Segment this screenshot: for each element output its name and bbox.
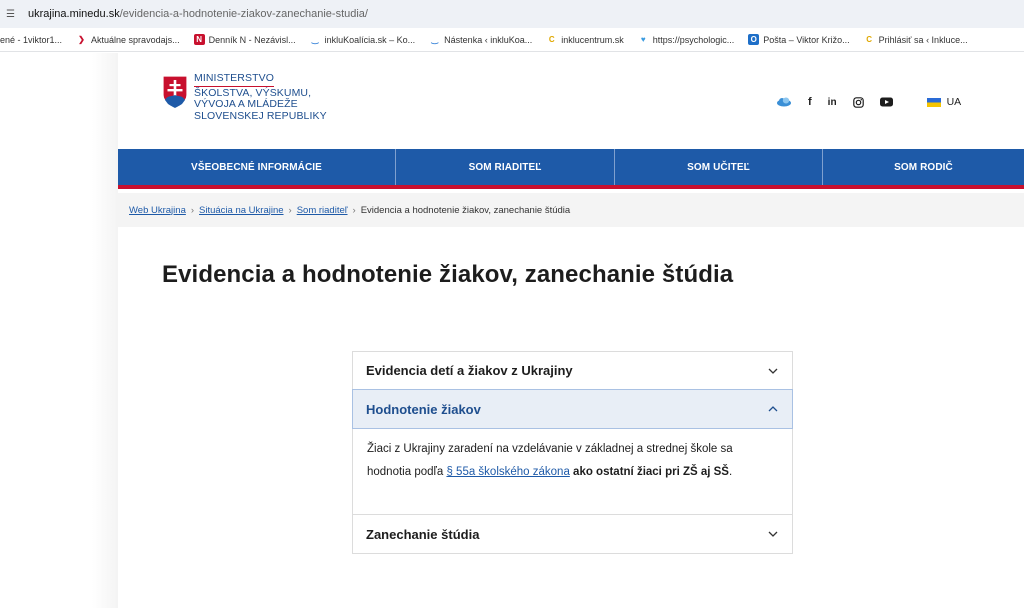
bookmark-label: Prihlásiť sa ‹ Inkluce... <box>878 34 968 45</box>
page-title: Evidencia a hodnotenie žiakov, zanechani… <box>162 261 734 288</box>
facebook-icon[interactable]: f <box>808 95 812 109</box>
bookmark-item[interactable]: O Pošta – Viktor Križo... <box>748 34 850 45</box>
bookmark-label: Pošta – Viktor Križo... <box>763 34 850 45</box>
bookmark-favicon-icon: ‿ <box>431 35 438 44</box>
logo-line-3: VÝVOJA A MLÁDEŽE <box>194 98 298 110</box>
url-path: /evidencia-a-hodnotenie-ziakov-zanechani… <box>119 8 368 20</box>
logo-line-4: SLOVENSKEJ REPUBLIKY <box>194 109 327 122</box>
breadcrumb-separator-icon: › <box>190 204 195 216</box>
logo-text: MINISTERSTVO ŠKOLSTVA, VÝSKUMU, VÝVOJA A… <box>194 72 327 122</box>
url-domain: ukrajina.minedu.sk <box>28 8 120 20</box>
bookmark-item[interactable]: ené - 1viktor1... <box>0 35 62 45</box>
accordion-item-label: Hodnotenie žiakov <box>366 401 481 417</box>
breadcrumb-separator-icon: › <box>352 204 356 216</box>
bookmark-label: ené - 1viktor1... <box>0 34 63 45</box>
breadcrumb-link-home[interactable]: Web Ukrajina <box>129 205 186 216</box>
nav-item-director[interactable]: SOM RIADITEĽ <box>396 149 615 185</box>
breadcrumb-link-situation[interactable]: Situácia na Ukrajine <box>199 205 284 216</box>
bookmark-favicon-icon: C <box>866 35 873 44</box>
bookmark-item[interactable]: C Prihlásiť sa ‹ Inkluce... <box>864 34 968 45</box>
language-switch[interactable]: UA <box>926 96 962 108</box>
bookmark-label: inklucentrum.sk <box>561 34 624 45</box>
accordion-item-label: Zanechanie štúdia <box>366 526 480 542</box>
ukraine-flag-icon <box>926 97 941 107</box>
cloud-icon[interactable] <box>776 95 792 109</box>
language-label: UA <box>946 96 962 108</box>
slovak-crest-icon <box>162 75 188 109</box>
nav-item-general-info[interactable]: VŠEOBECNÉ INFORMÁCIE <box>118 149 396 185</box>
accordion: Evidencia detí a žiakov z Ukrajiny Hodno… <box>352 351 793 554</box>
breadcrumb: Web Ukrajina › Situácia na Ukrajine › So… <box>118 193 1024 227</box>
breadcrumb-separator-icon: › <box>288 204 292 216</box>
nav-item-teacher[interactable]: SOM UČITEĽ <box>615 149 823 185</box>
site-container: MINISTERSTVO ŠKOLSTVA, VÝSKUMU, VÝVOJA A… <box>118 53 1024 608</box>
site-settings-icon[interactable]: ☰ <box>6 9 22 20</box>
bookmark-item[interactable]: N Denník N - Nezávisl... <box>193 34 296 45</box>
chevron-down-icon <box>768 368 778 374</box>
accordion-panel-hodnotenie: Žiaci z Ukrajiny zaradení na vzdelávanie… <box>353 428 792 515</box>
bookmark-item[interactable]: ♥ https://psychologic... <box>638 34 735 45</box>
panel-text-end: . <box>728 466 733 478</box>
ministry-logo[interactable]: MINISTERSTVO ŠKOLSTVA, VÝSKUMU, VÝVOJA A… <box>162 72 327 122</box>
accordion-item-hodnotenie[interactable]: Hodnotenie žiakov <box>352 389 793 429</box>
bookmark-item[interactable]: ‿ inkluKoalícia.sk – Ko... <box>310 34 416 45</box>
bookmark-favicon-icon: ‿ <box>311 35 319 44</box>
chevron-down-icon <box>768 531 778 537</box>
bookmark-item[interactable]: ‿ Nástenka ‹ inkluKoa... <box>429 34 532 45</box>
page-side-shadow <box>92 53 118 608</box>
bookmark-label: Nástenka ‹ inkluKoa... <box>444 34 533 45</box>
school-law-link[interactable]: § 55a školského zákona <box>446 466 569 478</box>
accordion-item-zanechanie[interactable]: Zanechanie štúdia <box>353 515 792 553</box>
main-nav: VŠEOBECNÉ INFORMÁCIE SOM RIADITEĽ SOM UČ… <box>118 149 1024 189</box>
youtube-icon[interactable] <box>879 95 893 109</box>
bookmarks-bar: ené - 1viktor1... ❯ Aktuálne spravodajs..… <box>0 28 1024 52</box>
bookmark-favicon-icon: ❯ <box>78 35 85 44</box>
breadcrumb-link-director[interactable]: Som riaditeľ <box>297 205 348 216</box>
bookmark-item[interactable]: Cinklucentrum.sk <box>546 34 624 45</box>
bookmark-label: Aktuálne spravodajs... <box>91 34 180 45</box>
logo-line-2: ŠKOLSTVA, VÝSKUMU, <box>194 86 312 99</box>
linkedin-icon[interactable]: in <box>828 95 837 109</box>
nav-item-parent[interactable]: SOM RODIČ <box>823 149 1024 185</box>
bookmark-favicon-icon: ♥ <box>640 35 646 44</box>
bookmark-favicon-icon: N <box>193 34 205 45</box>
breadcrumb-current: Evidencia a hodnotenie žiakov, zanechani… <box>360 204 571 216</box>
accordion-item-label: Evidencia detí a žiakov z Ukrajiny <box>366 363 573 378</box>
logo-line-1: MINISTERSTVO <box>194 72 274 87</box>
chevron-up-icon <box>768 406 778 412</box>
social-links: f in UA <box>776 95 961 109</box>
bookmark-label: Denník N - Nezávisl... <box>208 34 296 45</box>
instagram-icon[interactable] <box>852 95 864 109</box>
bookmark-item[interactable]: ❯ Aktuálne spravodajs... <box>76 34 180 45</box>
bookmark-favicon-icon: O <box>748 34 760 45</box>
bookmark-label: https://psychologic... <box>652 34 735 45</box>
url-text[interactable]: ukrajina.minedu.sk/evidencia-a-hodnoteni… <box>28 8 368 20</box>
address-bar[interactable]: ☰ ukrajina.minedu.sk/evidencia-a-hodnote… <box>0 0 1024 28</box>
bookmark-label: inkluKoalícia.sk – Ko... <box>324 34 416 45</box>
bookmark-favicon-icon: C <box>548 35 555 44</box>
panel-bold-text: ako ostatní žiaci pri ZŠ aj SŠ <box>573 466 729 478</box>
accordion-item-evidencia[interactable]: Evidencia detí a žiakov z Ukrajiny <box>353 352 792 390</box>
